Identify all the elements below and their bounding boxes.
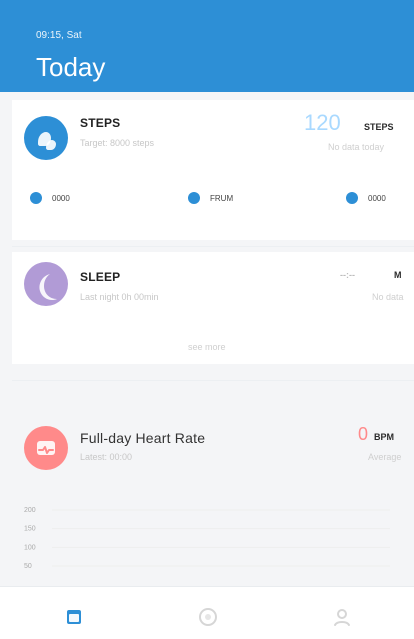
divider: [12, 380, 414, 381]
steps-unit: STEPS: [364, 122, 394, 132]
shoes-icon: [24, 116, 68, 160]
steps-label: STEPS: [80, 116, 121, 130]
tab-bar: [0, 586, 414, 639]
steps-mini-3[interactable]: 0000: [346, 192, 386, 204]
heart-rate-chart-svg: 200 150 100 50: [24, 507, 390, 570]
sleep-note: No data: [372, 292, 404, 302]
tab-profile[interactable]: [322, 597, 362, 637]
heart-note: Average: [368, 452, 402, 462]
steps-mini-1-label: 0000: [52, 193, 70, 203]
tab-goals[interactable]: [188, 597, 228, 637]
heart-card[interactable]: Full-day Heart Rate Latest: 00:00 0 BPM …: [12, 392, 414, 502]
moon-icon: [24, 262, 68, 306]
heart-subtitle: Latest: 00:00: [80, 452, 133, 462]
chart-y-tick: 150: [24, 526, 36, 533]
target-icon: [197, 606, 219, 628]
steps-subtitle: Target: 8000 steps: [80, 138, 155, 148]
steps-mini-2[interactable]: FRUM: [188, 192, 233, 204]
calendar-icon: [63, 606, 85, 628]
steps-note: No data today: [328, 142, 385, 152]
steps-mini-3-label: 0000: [368, 193, 386, 203]
heart-value: 0: [358, 424, 369, 444]
page-title: Today: [36, 52, 106, 82]
heart-unit: BPM: [374, 432, 394, 442]
divider: [12, 246, 414, 247]
steps-value: 120: [304, 110, 341, 135]
steps-mini-1[interactable]: 0000: [30, 192, 70, 204]
sleep-unit: M: [394, 270, 402, 280]
dot-icon: [188, 192, 200, 204]
sleep-card[interactable]: SLEEP Last night 0h 00min --:-- M No dat…: [12, 252, 414, 364]
heart-label: Full-day Heart Rate: [80, 430, 206, 446]
header-date: 09:15, Sat: [36, 30, 82, 41]
user-icon: [331, 606, 353, 628]
tab-today[interactable]: [54, 597, 94, 637]
chart-y-tick: 100: [24, 544, 36, 551]
header-bar: 09:15, Sat Today: [0, 0, 414, 92]
steps-mini-2-label: FRUM: [210, 193, 234, 203]
sleep-subtitle: Last night 0h 00min: [80, 292, 159, 302]
heart-rate-chart: 200 150 100 50: [24, 500, 390, 578]
sleep-label: SLEEP: [80, 270, 121, 284]
chart-y-tick: 200: [24, 507, 36, 514]
dot-icon: [30, 192, 42, 204]
see-more-link[interactable]: see more: [188, 342, 226, 352]
chart-y-tick: 50: [24, 563, 32, 570]
dot-icon: [346, 192, 358, 204]
heart-icon: [24, 426, 68, 470]
steps-card[interactable]: STEPS Target: 8000 steps 120 STEPS No da…: [12, 100, 414, 240]
sleep-value: --:--: [340, 270, 355, 280]
